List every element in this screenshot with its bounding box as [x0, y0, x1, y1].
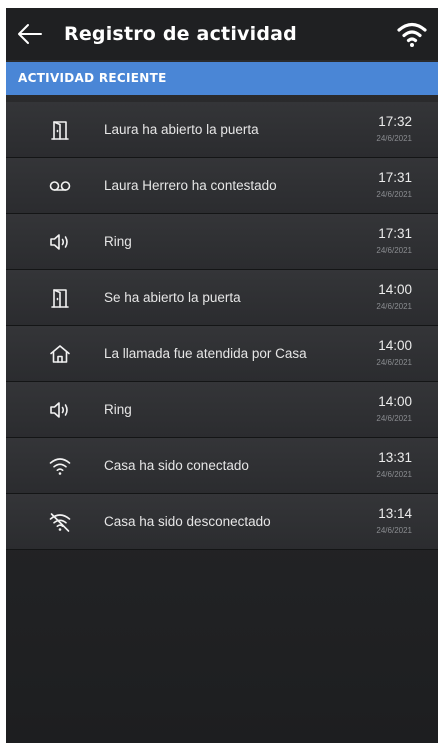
- activity-row[interactable]: Ring 14:00 24/6/2021: [6, 382, 438, 438]
- activity-row[interactable]: Casa ha sido conectado 13:31 24/6/2021: [6, 438, 438, 494]
- home-icon: [48, 342, 72, 366]
- activity-message: Casa ha sido desconectado: [104, 514, 271, 529]
- page-title: Registro de actividad: [64, 23, 297, 45]
- activity-row[interactable]: Laura Herrero ha contestado 17:31 24/6/2…: [6, 158, 438, 214]
- door-open-icon: [48, 118, 72, 142]
- app-screen: Registro de actividad ACTIVIDAD RECIENTE: [6, 8, 438, 743]
- activity-time: 14:00: [378, 394, 412, 409]
- wifi-icon: [48, 454, 72, 478]
- activity-time: 17:31: [378, 170, 412, 185]
- activity-time: 17:32: [378, 114, 412, 129]
- wifi-off-icon: [48, 510, 72, 534]
- activity-date: 24/6/2021: [376, 190, 412, 199]
- activity-row[interactable]: La llamada fue atendida por Casa 14:00 2…: [6, 326, 438, 382]
- activity-message: Ring: [104, 234, 132, 249]
- activity-time: 14:00: [378, 282, 412, 297]
- activity-row[interactable]: Casa ha sido desconectado 13:14 24/6/202…: [6, 494, 438, 550]
- activity-date: 24/6/2021: [376, 246, 412, 255]
- activity-date: 24/6/2021: [376, 470, 412, 479]
- activity-date: 24/6/2021: [376, 302, 412, 311]
- activity-row[interactable]: Se ha abierto la puerta 14:00 24/6/2021: [6, 270, 438, 326]
- activity-time: 17:31: [378, 226, 412, 241]
- activity-time: 13:31: [378, 450, 412, 465]
- activity-message: Se ha abierto la puerta: [104, 290, 241, 305]
- activity-row[interactable]: Laura ha abierto la puerta 17:32 24/6/20…: [6, 102, 438, 158]
- activity-message: Ring: [104, 402, 132, 417]
- wifi-status-icon: [396, 20, 428, 48]
- activity-date: 24/6/2021: [376, 526, 412, 535]
- activity-date: 24/6/2021: [376, 414, 412, 423]
- back-arrow-icon[interactable]: [16, 20, 44, 48]
- voicemail-icon: [48, 174, 72, 198]
- speaker-icon: [48, 398, 72, 422]
- section-header: ACTIVIDAD RECIENTE: [6, 62, 438, 95]
- activity-row[interactable]: Ring 17:31 24/6/2021: [6, 214, 438, 270]
- activity-list: Laura ha abierto la puerta 17:32 24/6/20…: [6, 102, 438, 550]
- activity-message: Casa ha sido conectado: [104, 458, 249, 473]
- activity-message: Laura Herrero ha contestado: [104, 178, 277, 193]
- door-open-icon: [48, 286, 72, 310]
- app-header: Registro de actividad: [6, 8, 438, 60]
- activity-time: 14:00: [378, 338, 412, 353]
- activity-message: La llamada fue atendida por Casa: [104, 346, 307, 361]
- speaker-icon: [48, 230, 72, 254]
- activity-message: Laura ha abierto la puerta: [104, 122, 259, 137]
- activity-time: 13:14: [378, 506, 412, 521]
- activity-date: 24/6/2021: [376, 134, 412, 143]
- activity-date: 24/6/2021: [376, 358, 412, 367]
